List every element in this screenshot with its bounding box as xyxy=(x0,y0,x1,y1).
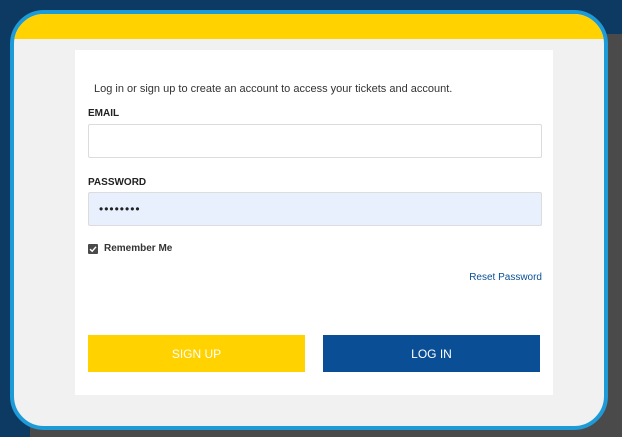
remember-me-label: Remember Me xyxy=(104,243,173,254)
login-window: Log in or sign up to create an account t… xyxy=(10,10,608,430)
login-card: Log in or sign up to create an account t… xyxy=(75,50,553,395)
remember-me-checkbox[interactable] xyxy=(88,243,98,254)
check-icon xyxy=(89,245,97,252)
password-label: PASSWORD xyxy=(88,177,147,188)
email-label: EMAIL xyxy=(88,108,120,119)
header-band xyxy=(14,14,604,39)
intro-text: Log in or sign up to create an account t… xyxy=(94,83,453,95)
log-in-button[interactable]: LOG IN xyxy=(323,335,540,372)
password-field[interactable] xyxy=(88,192,542,226)
reset-password-link[interactable]: Reset Password xyxy=(469,272,542,283)
sign-up-button[interactable]: SIGN UP xyxy=(88,335,305,372)
remember-me[interactable]: Remember Me xyxy=(88,243,172,254)
email-field[interactable] xyxy=(88,124,542,158)
